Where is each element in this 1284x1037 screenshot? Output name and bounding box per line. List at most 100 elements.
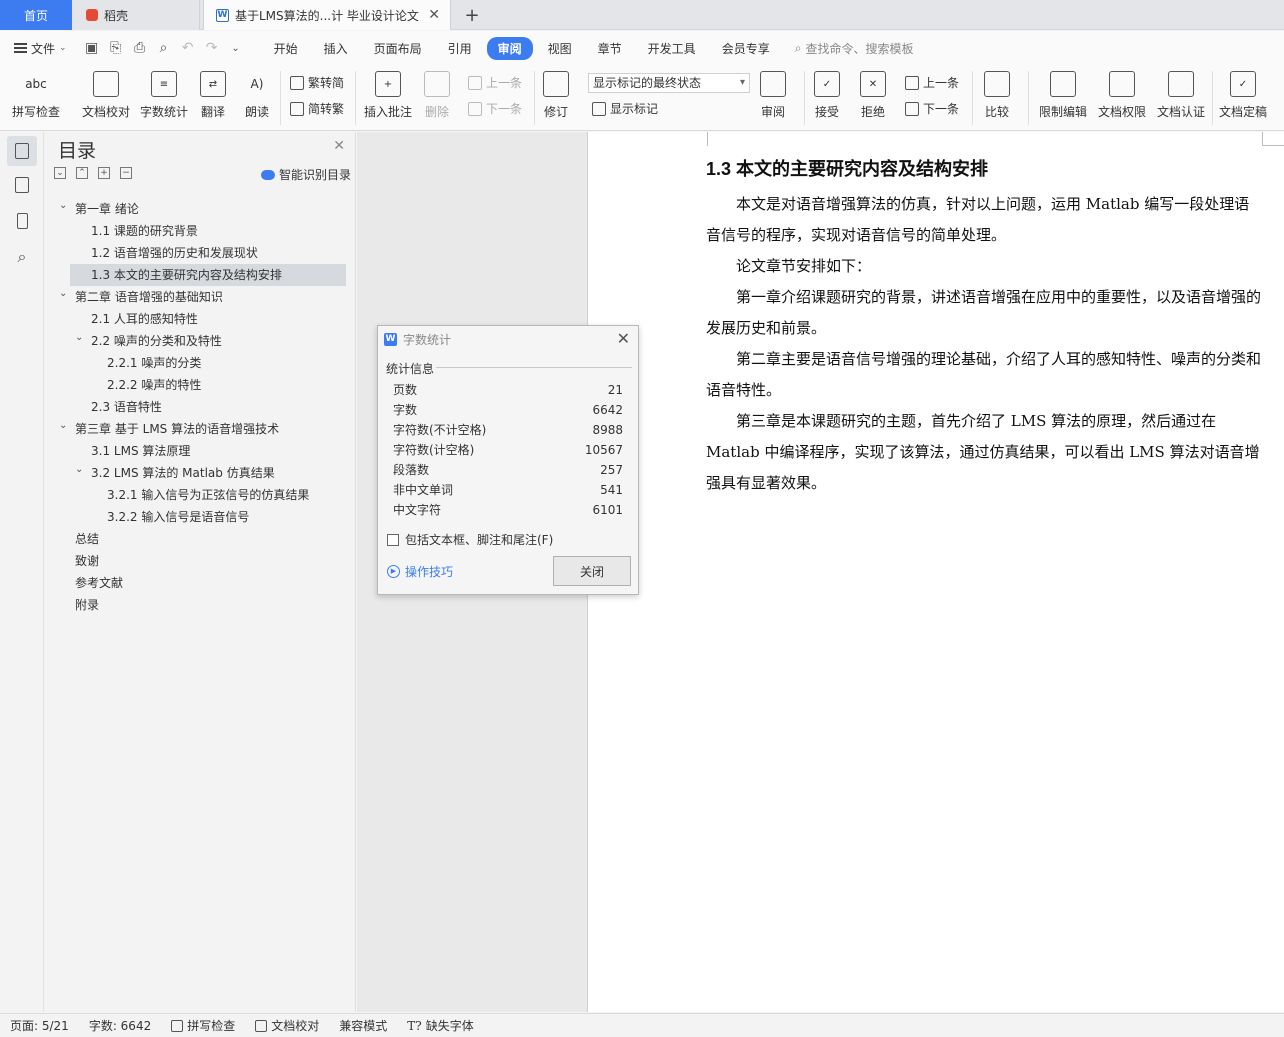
next-comment-button[interactable]: 下一条	[468, 100, 522, 117]
read-aloud-button[interactable]: A) 朗读	[244, 71, 270, 120]
reject-button[interactable]: ✕ 拒绝	[860, 71, 886, 120]
prev-comment-button[interactable]: 上一条	[468, 74, 522, 91]
menu-tab[interactable]: 审阅	[486, 36, 533, 60]
format-painter-icon[interactable]: ⎘	[109, 40, 123, 56]
doc-proof-button[interactable]: 文档校对	[82, 71, 130, 120]
missing-font-status[interactable]: T? 缺失字体	[397, 1017, 483, 1034]
more-icon[interactable]: ⌄	[229, 43, 243, 54]
toc-item[interactable]: 总结	[46, 528, 354, 550]
delete-comment-icon	[424, 71, 450, 97]
include-textbox-checkbox[interactable]: 包括文本框、脚注和尾注(F)	[387, 531, 553, 548]
bookmark-nav-button[interactable]	[7, 206, 37, 236]
chevron-down-icon[interactable]: ⌄	[59, 283, 67, 305]
close-icon[interactable]: ✕	[333, 138, 345, 154]
chevron-down-icon[interactable]: ⌄	[75, 459, 83, 481]
toc-item[interactable]: 致谢	[46, 550, 354, 572]
file-menu-label: 文件	[31, 41, 56, 56]
new-tab-icon[interactable]: +	[460, 0, 484, 30]
chevron-down-icon[interactable]: ⌄	[59, 415, 67, 437]
show-markup-button[interactable]: 显示标记	[592, 100, 658, 117]
menu-tab[interactable]: 章节	[587, 37, 633, 60]
menu-tab[interactable]: 页面布局	[363, 37, 433, 60]
save-icon[interactable]: ▣	[85, 40, 99, 56]
print-preview-icon[interactable]: ⌕	[157, 40, 171, 56]
toc-item[interactable]: 3.1 LMS 算法原理	[46, 440, 354, 462]
menu-tab[interactable]: 视图	[537, 37, 583, 60]
toc-item[interactable]: 3.2.1 输入信号为正弦信号的仿真结果	[46, 484, 354, 506]
close-tab-icon[interactable]: ✕	[428, 7, 440, 23]
toc-item[interactable]: ⌄ 第三章 基于 LMS 算法的语音增强技术	[46, 418, 354, 440]
add-level-icon[interactable]: +	[98, 167, 110, 179]
track-changes-button[interactable]: 修订	[543, 71, 569, 120]
toc-item[interactable]: ⌄ 2.2 噪声的分类和及特性	[46, 330, 354, 352]
smart-toc-button[interactable]: 智能识别目录	[260, 166, 351, 183]
simp-to-trad-button[interactable]: 简转繁	[290, 100, 344, 117]
page-indicator[interactable]: 页面: 5/21	[0, 1017, 79, 1034]
search-nav-button[interactable]: ⌕	[7, 242, 37, 272]
toc-item[interactable]: 1.3 本文的主要研究内容及结构安排	[70, 264, 346, 286]
toc-item[interactable]: 参考文献	[46, 572, 354, 594]
toc-item[interactable]: 1.2 语音增强的历史和发展现状	[46, 242, 354, 264]
collapse-all-icon[interactable]: ⌄	[54, 167, 66, 179]
insert-comment-button[interactable]: + 插入批注	[364, 71, 412, 120]
restrict-edit-button[interactable]: 限制编辑	[1039, 71, 1087, 120]
chevron-down-icon[interactable]: ⌄	[75, 327, 83, 349]
translate-button[interactable]: ⇄ 翻译	[200, 71, 226, 120]
toc-item[interactable]: 2.1 人耳的感知特性	[46, 308, 354, 330]
remove-level-icon[interactable]: −	[120, 167, 132, 179]
menu-tab[interactable]: 引用	[437, 37, 483, 60]
review-pane-button[interactable]: 审阅	[760, 71, 786, 120]
tab-daoke[interactable]: 稻壳	[72, 0, 200, 30]
toc-item[interactable]: ⌄ 第二章 语音增强的基础知识	[46, 286, 354, 308]
body-paragraph: 本文是对语音增强算法的仿真，针对以上问题，运用 Matlab 编写一段处理语音信…	[706, 195, 1250, 244]
stat-row: 字符数(计空格) 10567	[393, 440, 623, 460]
word-count-button[interactable]: ≡ 字数统计	[140, 71, 188, 120]
command-search[interactable]: ⌕ 查找命令、搜索模板	[795, 40, 914, 57]
doc-permission-button[interactable]: 文档权限	[1098, 71, 1146, 120]
menu-tab[interactable]: 开始	[263, 37, 309, 60]
expand-up-icon[interactable]: ⌃	[76, 167, 88, 179]
spell-check-button[interactable]: abc 拼写检查	[12, 71, 60, 120]
menu-tab[interactable]: 插入	[313, 37, 359, 60]
toc-title: 目录	[58, 140, 97, 162]
tab-home[interactable]: 首页	[0, 0, 72, 30]
tips-link[interactable]: ▶ 操作技巧	[387, 563, 453, 580]
chapter-nav-button[interactable]	[7, 170, 37, 200]
toc-item[interactable]: 2.3 语音特性	[46, 396, 354, 418]
next-change-button[interactable]: 下一条	[905, 100, 959, 117]
tab-document[interactable]: W 基于LMS算法的...计 毕业设计论文 ✕	[203, 0, 451, 30]
checkbox-box[interactable]	[387, 533, 399, 546]
spell-check-status[interactable]: 拼写检查	[161, 1017, 245, 1034]
ribbon: abc 拼写检查 文档校对 ≡ 字数统计 ⇄ 翻译 A) 朗读 繁转简 简转繁 + 插入批…	[0, 65, 1284, 131]
delete-comment-button[interactable]: 删除	[424, 71, 450, 120]
menu-tab[interactable]: 会员专享	[711, 37, 781, 60]
compare-button[interactable]: 比较	[984, 71, 1010, 120]
close-icon[interactable]: ✕	[617, 329, 630, 348]
toc-item[interactable]: ⌄ 3.2 LMS 算法的 Matlab 仿真结果	[46, 462, 354, 484]
menu-tab[interactable]: 开发工具	[637, 37, 707, 60]
toc-item[interactable]: 附录	[46, 594, 354, 616]
smart-toc-label: 智能识别目录	[278, 168, 351, 182]
accept-button[interactable]: ✓ 接受	[814, 71, 840, 120]
trad-to-simp-button[interactable]: 繁转简	[290, 74, 344, 91]
undo-icon[interactable]: ↶	[181, 40, 195, 56]
print-icon[interactable]: ⎙	[133, 40, 147, 56]
chevron-down-icon[interactable]: ⌄	[59, 195, 67, 217]
doc-proof-status[interactable]: 文档校对	[245, 1017, 329, 1034]
doc-cert-button[interactable]: 文档认证	[1157, 71, 1205, 120]
prev-change-button[interactable]: 上一条	[905, 74, 959, 91]
redo-icon[interactable]: ↷	[205, 40, 219, 56]
toc-item[interactable]: 2.2.2 噪声的特性	[46, 374, 354, 396]
word-count-indicator[interactable]: 字数: 6642	[79, 1017, 161, 1034]
toc-nav-button[interactable]	[7, 136, 37, 166]
dialog-title-bar: W 字数统计	[384, 331, 451, 348]
toc-item[interactable]: 3.2.2 输入信号是语音信号	[46, 506, 354, 528]
file-menu[interactable]: 文件 ⌄	[14, 40, 67, 57]
toc-item[interactable]: ⌄ 第一章 绪论	[46, 198, 354, 220]
toc-item[interactable]: 2.2.1 噪声的分类	[46, 352, 354, 374]
close-button[interactable]: 关闭	[553, 556, 631, 586]
markup-state-select[interactable]: 显示标记的最终状态	[588, 73, 750, 93]
toc-item[interactable]: 1.1 课题的研究背景	[46, 220, 354, 242]
doc-finalize-button[interactable]: ✓ 文档定稿	[1219, 71, 1267, 120]
wps-logo-icon: W	[384, 333, 397, 346]
